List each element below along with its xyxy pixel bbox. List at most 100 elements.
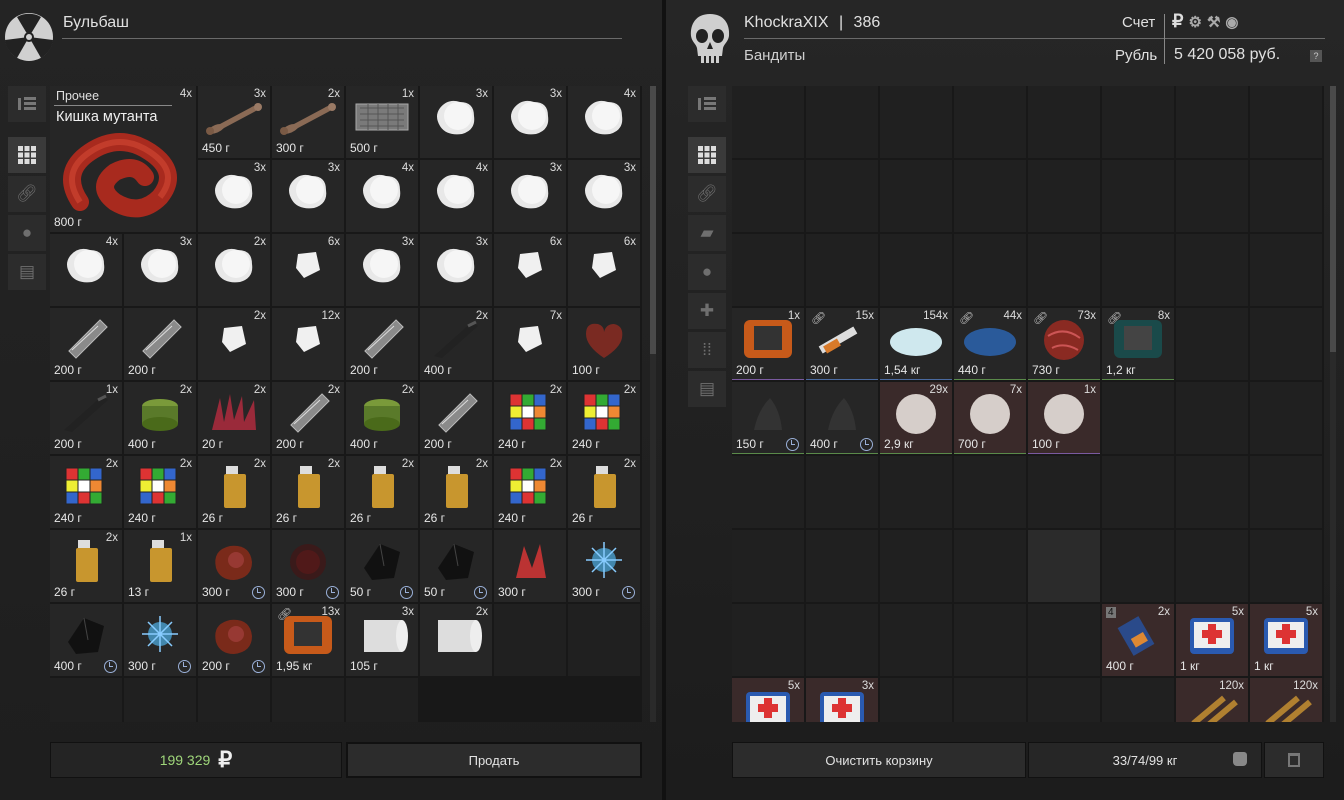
item-slot[interactable]: 4x [50,234,122,306]
all-items-tab[interactable] [688,137,726,173]
item-slot[interactable]: 🔗︎ 15x 300 г [806,308,878,380]
empty-slot[interactable] [1176,530,1248,602]
item-slot[interactable]: 2x 240 г [568,382,640,454]
linked-items-tab[interactable]: 🔗︎ [8,176,46,212]
empty-slot[interactable] [954,604,1026,676]
empty-slot[interactable] [1250,160,1322,232]
item-slot[interactable]: 2x 26 г [198,456,270,528]
empty-slot[interactable] [1102,456,1174,528]
item-slot[interactable]: 1x 100 г [1028,382,1100,454]
item-slot[interactable]: 2x [198,234,270,306]
item-slot[interactable]: 2x [198,308,270,380]
empty-slot[interactable] [1176,86,1248,158]
empty-slot[interactable] [880,86,952,158]
empty-slot[interactable] [568,604,640,676]
clear-cart-button[interactable]: Очистить корзину [732,742,1026,778]
item-slot[interactable]: 🔗︎ 73x 730 г [1028,308,1100,380]
empty-slot[interactable] [954,160,1026,232]
misc-tab[interactable]: ▤ [8,254,46,290]
item-slot[interactable]: 5x 1 кг [1250,604,1322,676]
empty-slot[interactable] [1028,456,1100,528]
bandage-tab[interactable]: ▰ [688,215,726,251]
empty-slot[interactable] [1028,86,1100,158]
item-slot[interactable]: 2x 26 г [50,530,122,602]
item-slot[interactable]: 4x [420,160,492,232]
item-slot[interactable]: 1x 13 г [124,530,196,602]
empty-slot[interactable] [1028,234,1100,306]
item-slot[interactable]: 154x 1,54 кг [880,308,952,380]
trash-button[interactable] [1264,742,1324,778]
empty-slot[interactable] [1176,234,1248,306]
item-slot[interactable]: 3x [494,86,566,158]
empty-slot[interactable] [50,678,122,722]
item-slot[interactable]: 200 г [420,382,492,454]
empty-slot[interactable] [1028,678,1100,722]
item-slot[interactable]: 1x 200 г [50,382,122,454]
scroll-thumb[interactable] [1330,86,1336,352]
sort-button[interactable] [8,86,46,122]
empty-slot[interactable] [1102,382,1174,454]
featured-item-slot[interactable]: Прочее Кишка мутанта 4x 800 г [50,86,196,232]
empty-slot[interactable] [806,456,878,528]
item-slot[interactable]: 2x 400 г [420,308,492,380]
item-slot[interactable]: 2x [420,604,492,676]
item-slot[interactable]: 100 г [568,308,640,380]
empty-slot[interactable] [880,234,952,306]
item-slot[interactable]: 300 г [494,530,566,602]
item-slot[interactable]: 3x [420,234,492,306]
item-slot[interactable]: 🔗︎ 44x 440 г [954,308,1026,380]
item-slot[interactable]: 300 г [124,604,196,676]
empty-slot[interactable] [732,86,804,158]
empty-slot[interactable] [1102,678,1174,722]
ruble-icon[interactable]: ₽ [1172,11,1183,31]
empty-slot[interactable] [272,678,344,722]
item-slot[interactable]: 300 г [568,530,640,602]
item-slot[interactable]: 1x 200 г [732,308,804,380]
empty-slot[interactable] [732,160,804,232]
empty-slot[interactable] [1176,456,1248,528]
empty-slot[interactable] [198,678,270,722]
empty-slot[interactable] [1250,234,1322,306]
item-slot[interactable]: 150 г [732,382,804,454]
item-slot[interactable]: 3x [568,160,640,232]
artifacts-tab[interactable]: ● [8,215,46,251]
item-slot[interactable]: 2x 240 г [124,456,196,528]
item-slot[interactable]: 3x 105 г [346,604,418,676]
ammo-tab[interactable]: ⁞⁞ [688,332,726,368]
empty-slot[interactable] [806,604,878,676]
item-slot[interactable]: 2x 26 г [346,456,418,528]
item-slot[interactable]: 300 г [198,530,270,602]
empty-slot[interactable] [124,678,196,722]
empty-slot[interactable] [880,604,952,676]
item-slot[interactable]: 400 г [806,382,878,454]
empty-slot[interactable] [954,456,1026,528]
item-slot[interactable]: 3x [272,160,344,232]
item-slot[interactable]: 2x 26 г [568,456,640,528]
item-slot[interactable]: 4 2x 400 г [1102,604,1174,676]
item-slot[interactable]: 🔗︎ 13x 1,95 кг [272,604,344,676]
artifacts-tab[interactable]: ● [688,254,726,290]
empty-slot[interactable] [954,86,1026,158]
empty-slot[interactable] [954,530,1026,602]
item-slot[interactable]: 4x [568,86,640,158]
item-slot[interactable]: 6x [494,234,566,306]
empty-slot[interactable] [1250,530,1322,602]
item-slot[interactable]: 2x 400 г [124,382,196,454]
empty-slot[interactable] [732,604,804,676]
right-scrollbar[interactable] [1330,86,1336,722]
item-slot[interactable]: 2x 26 г [420,456,492,528]
item-slot[interactable]: 3x [420,86,492,158]
empty-slot[interactable] [1176,308,1248,380]
gear-icon[interactable]: ⚙ [1188,14,1201,31]
empty-slot[interactable] [806,530,878,602]
empty-slot[interactable] [1028,604,1100,676]
item-slot[interactable]: 2x 20 г [198,382,270,454]
empty-slot[interactable] [732,530,804,602]
item-slot[interactable]: 6x [272,234,344,306]
empty-slot[interactable] [346,678,418,722]
empty-slot[interactable] [1102,234,1174,306]
item-slot[interactable]: 200 г [198,604,270,676]
empty-slot[interactable] [806,86,878,158]
empty-slot[interactable] [880,530,952,602]
item-slot[interactable]: 300 г [272,530,344,602]
